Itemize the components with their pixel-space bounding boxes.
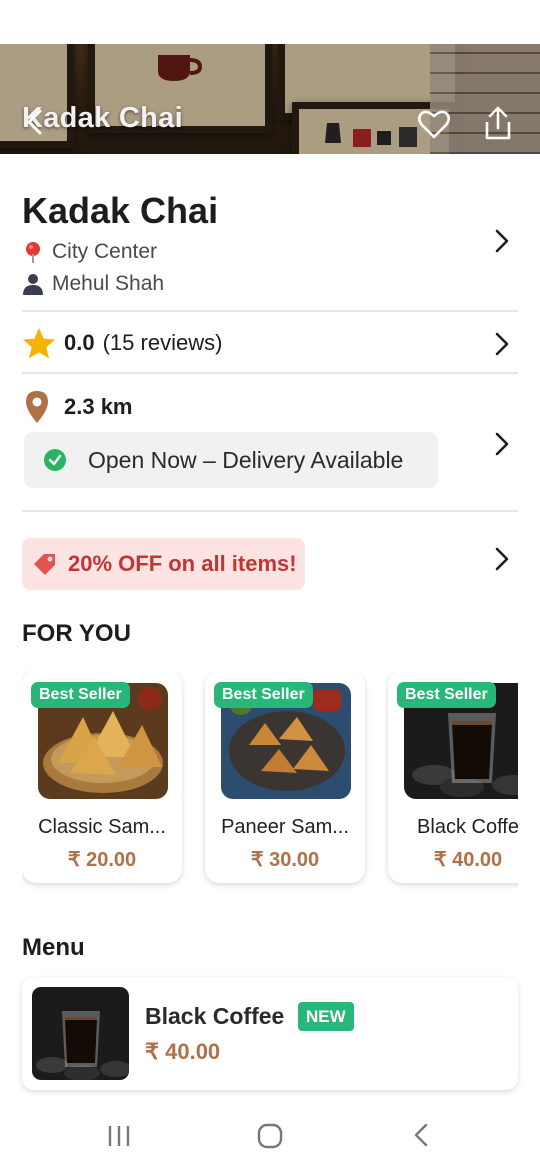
check-circle-icon xyxy=(44,449,66,471)
offer-text: 20% OFF on all items! xyxy=(68,551,297,576)
product-card[interactable]: Best Seller Paneer Sam... ₹ 30.00 xyxy=(205,671,365,883)
status-pill: Open Now – Delivery Available xyxy=(24,432,438,488)
chevron-right-icon[interactable] xyxy=(492,227,512,255)
for-you-carousel[interactable]: Best Seller Classic Sam... ₹ 20.00 Best … xyxy=(22,671,518,891)
heart-icon[interactable] xyxy=(416,106,452,142)
product-price: ₹ 20.00 xyxy=(67,849,137,871)
map-pin-icon xyxy=(26,242,40,263)
status-bar xyxy=(0,0,540,44)
distance-text: 2.3 km xyxy=(64,394,133,419)
back-arrow-icon[interactable] xyxy=(20,107,50,137)
chevron-right-icon[interactable] xyxy=(492,545,512,573)
person-icon xyxy=(23,274,43,295)
product-price: ₹ 40.00 xyxy=(433,849,503,871)
location-pin-icon xyxy=(26,391,48,423)
product-card[interactable]: Best Seller Classic Sam... ₹ 20.00 xyxy=(22,671,182,883)
rating-reviews: (15 reviews) xyxy=(102,330,223,355)
owner-line: Mehul Shah xyxy=(22,272,164,296)
product-name: Black Coffe xyxy=(417,816,518,838)
divider xyxy=(22,310,518,312)
share-icon[interactable] xyxy=(480,104,516,142)
menu-item[interactable]: Black Coffee NEW ₹ 40.00 xyxy=(22,977,518,1090)
distance-row: 2.3 km xyxy=(22,390,133,424)
menu-item-name: Black Coffee xyxy=(145,1003,285,1029)
menu-title: Menu xyxy=(22,934,85,961)
product-name: Paneer Sam... xyxy=(221,816,349,838)
location-line: City Center xyxy=(22,240,157,264)
location-text: City Center xyxy=(52,240,158,263)
product-price: ₹ 30.00 xyxy=(250,849,320,871)
tag-icon xyxy=(34,554,55,575)
menu-item-price: ₹ 40.00 xyxy=(145,1039,221,1064)
home-icon[interactable] xyxy=(256,1120,284,1150)
recent-apps-icon[interactable] xyxy=(106,1120,132,1150)
rating-value: 0.0 xyxy=(64,330,95,355)
product-name: Classic Sam... xyxy=(38,816,166,838)
chevron-right-icon[interactable] xyxy=(492,430,512,458)
best-seller-badge: Best Seller xyxy=(397,682,496,708)
system-nav-bar xyxy=(0,1100,540,1170)
coffee-image xyxy=(32,987,129,1080)
rating-row[interactable]: 0.0 (15 reviews) xyxy=(22,327,222,359)
chevron-right-icon[interactable] xyxy=(492,330,512,358)
restaurant-name: Kadak Chai xyxy=(22,190,219,231)
status-text: Open Now – Delivery Available xyxy=(88,446,404,473)
divider xyxy=(22,372,518,374)
owner-text: Mehul Shah xyxy=(52,272,165,295)
for-you-title: FOR YOU xyxy=(22,620,131,647)
best-seller-badge: Best Seller xyxy=(214,682,313,708)
back-icon[interactable] xyxy=(408,1120,434,1150)
product-card[interactable]: Best Seller Black Coffe ₹ 40.00 xyxy=(388,671,518,883)
divider xyxy=(22,510,518,512)
star-icon xyxy=(23,328,55,359)
offer-pill[interactable]: 20% OFF on all items! xyxy=(22,538,305,590)
header-image: Kadak Chai xyxy=(0,44,540,154)
new-badge: NEW xyxy=(298,1002,354,1031)
best-seller-badge: Best Seller xyxy=(31,682,130,708)
